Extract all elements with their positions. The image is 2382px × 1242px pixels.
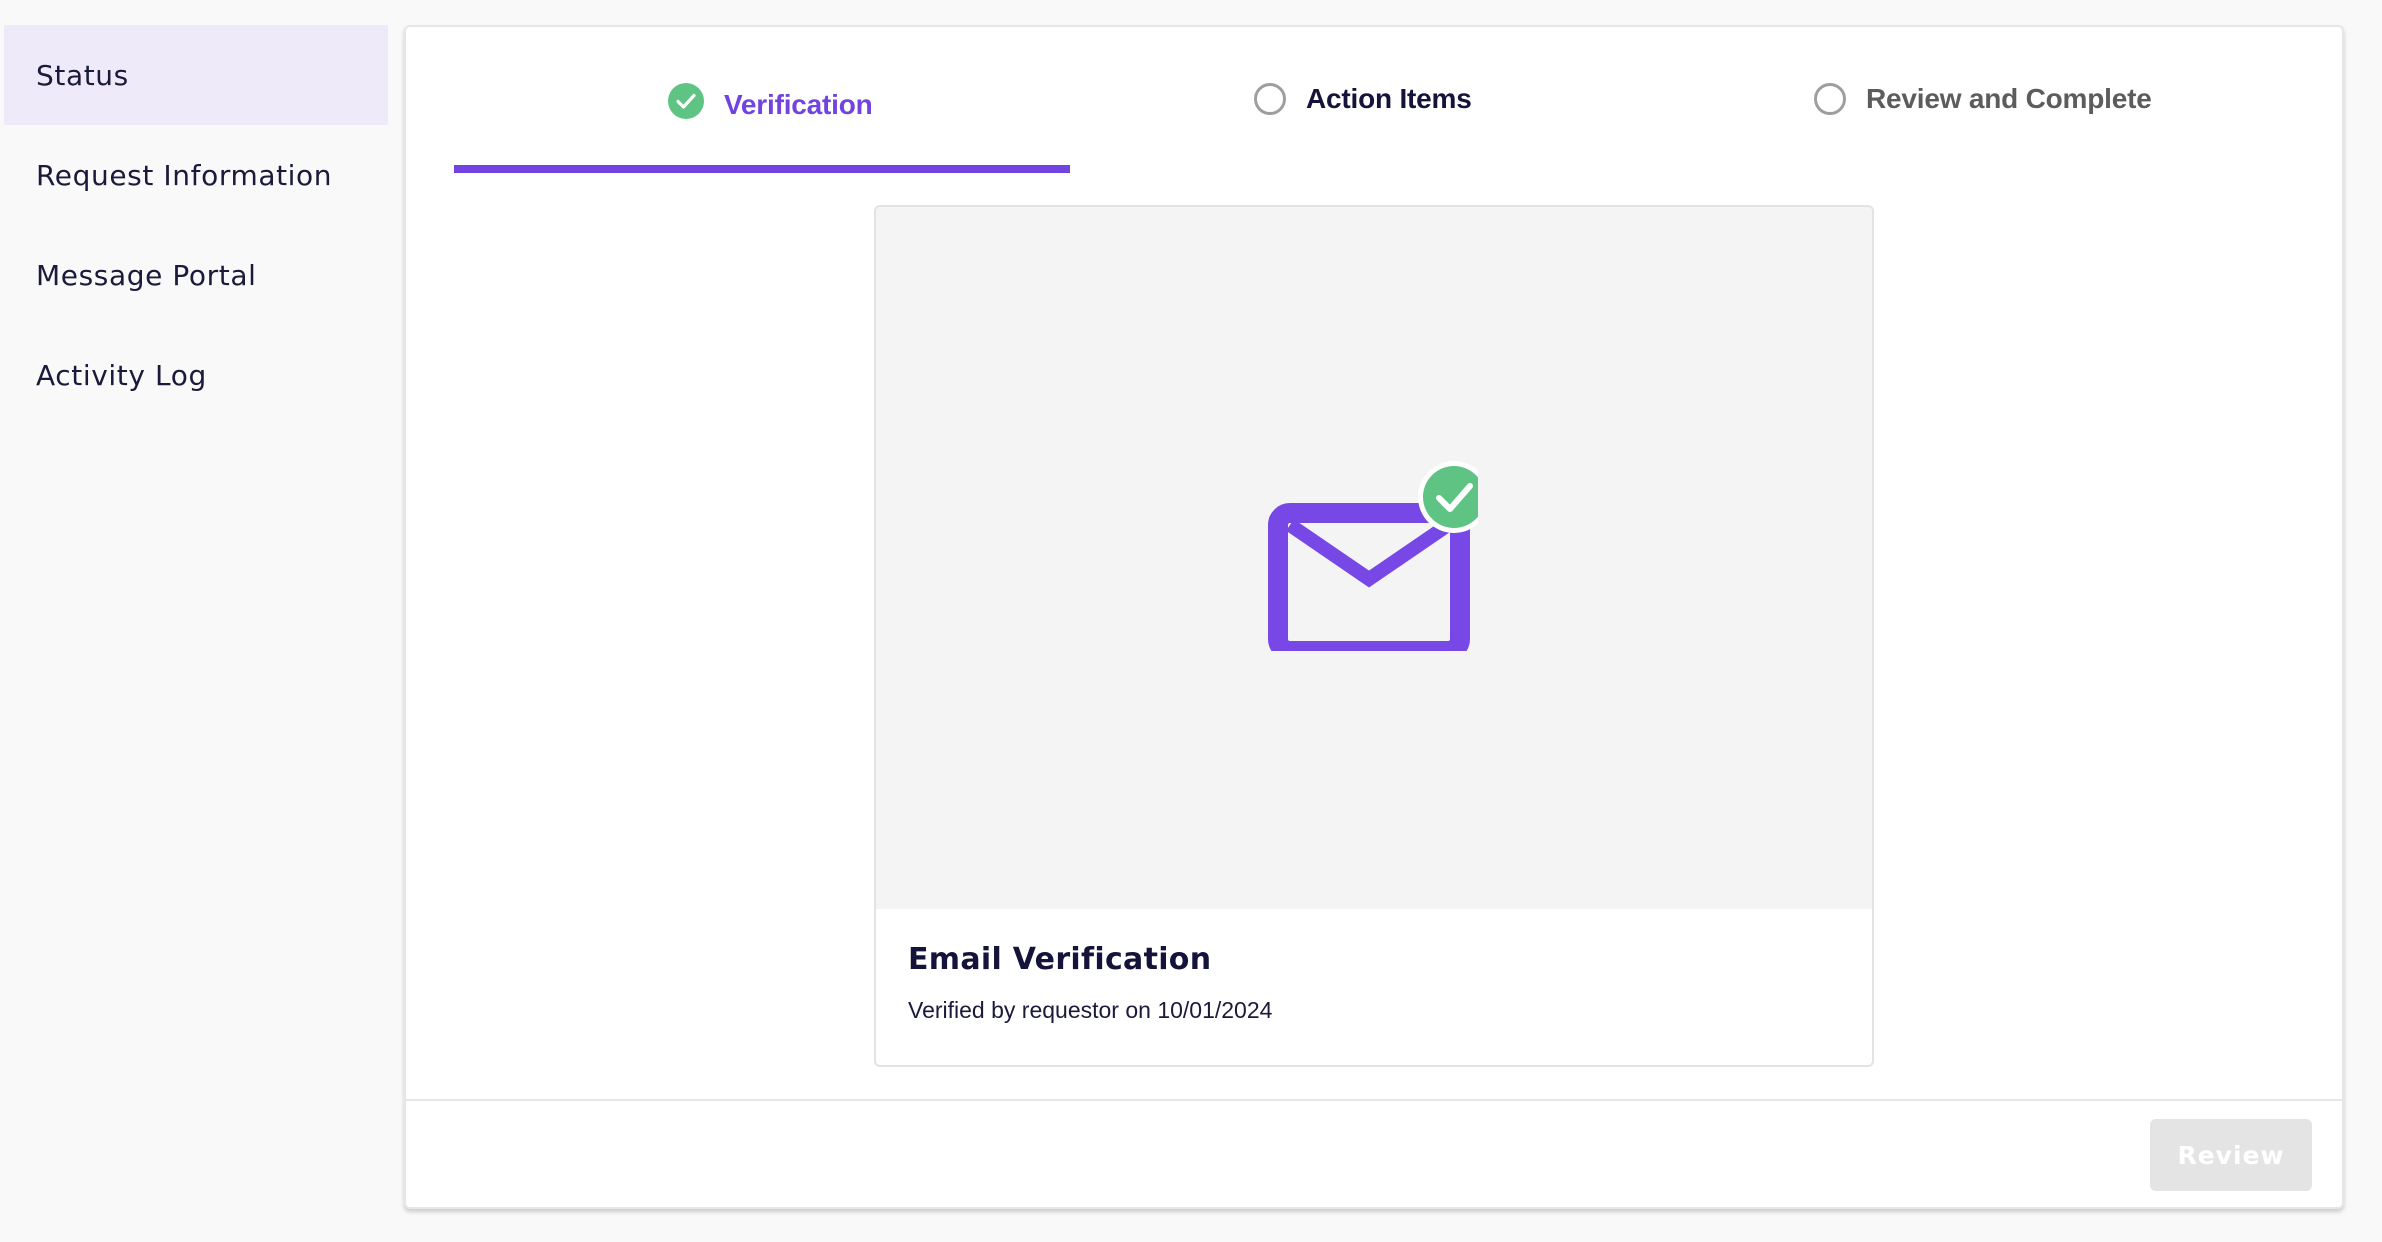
step-review-and-complete[interactable]: Review and Complete	[1814, 83, 2152, 115]
envelope-check-icon	[1268, 461, 1490, 661]
step-action-items[interactable]: Action Items	[1254, 83, 1472, 115]
verification-subtitle: Verified by requestor on 10/01/2024	[908, 997, 1273, 1023]
verification-title: Email Verification	[908, 942, 1212, 977]
email-verification-card: Email Verification Verified by requestor…	[874, 205, 1874, 1067]
empty-circle-icon	[1814, 83, 1846, 115]
sidebar-item-label: Request Information	[36, 158, 333, 192]
step-label: Review and Complete	[1866, 83, 2152, 114]
step-label: Action Items	[1306, 83, 1472, 114]
sidebar-item-label: Activity Log	[36, 358, 207, 392]
empty-circle-icon	[1254, 83, 1286, 115]
sidebar-item-activity-log[interactable]: Activity Log	[0, 325, 390, 425]
verification-details: Email Verification Verified by requestor…	[908, 942, 1272, 1024]
active-step-indicator	[454, 165, 1070, 173]
sidebar-item-label: Status	[36, 58, 129, 92]
sidebar: Status Request Information Message Porta…	[0, 25, 390, 425]
step-label: Verification	[724, 88, 873, 120]
sidebar-item-label: Message Portal	[36, 258, 257, 292]
status-panel: Verification Action Items Review and Com…	[404, 25, 2344, 1209]
footer-divider	[406, 1099, 2342, 1101]
step-verification[interactable]: Verification	[668, 83, 873, 126]
review-button[interactable]: Review	[2150, 1119, 2312, 1191]
sidebar-item-message-portal[interactable]: Message Portal	[0, 225, 390, 325]
verification-media	[876, 207, 1872, 909]
sidebar-item-status[interactable]: Status	[4, 25, 388, 125]
check-circle-icon	[668, 83, 704, 126]
sidebar-item-request-information[interactable]: Request Information	[0, 125, 390, 225]
stepper: Verification Action Items Review and Com…	[454, 27, 2294, 177]
